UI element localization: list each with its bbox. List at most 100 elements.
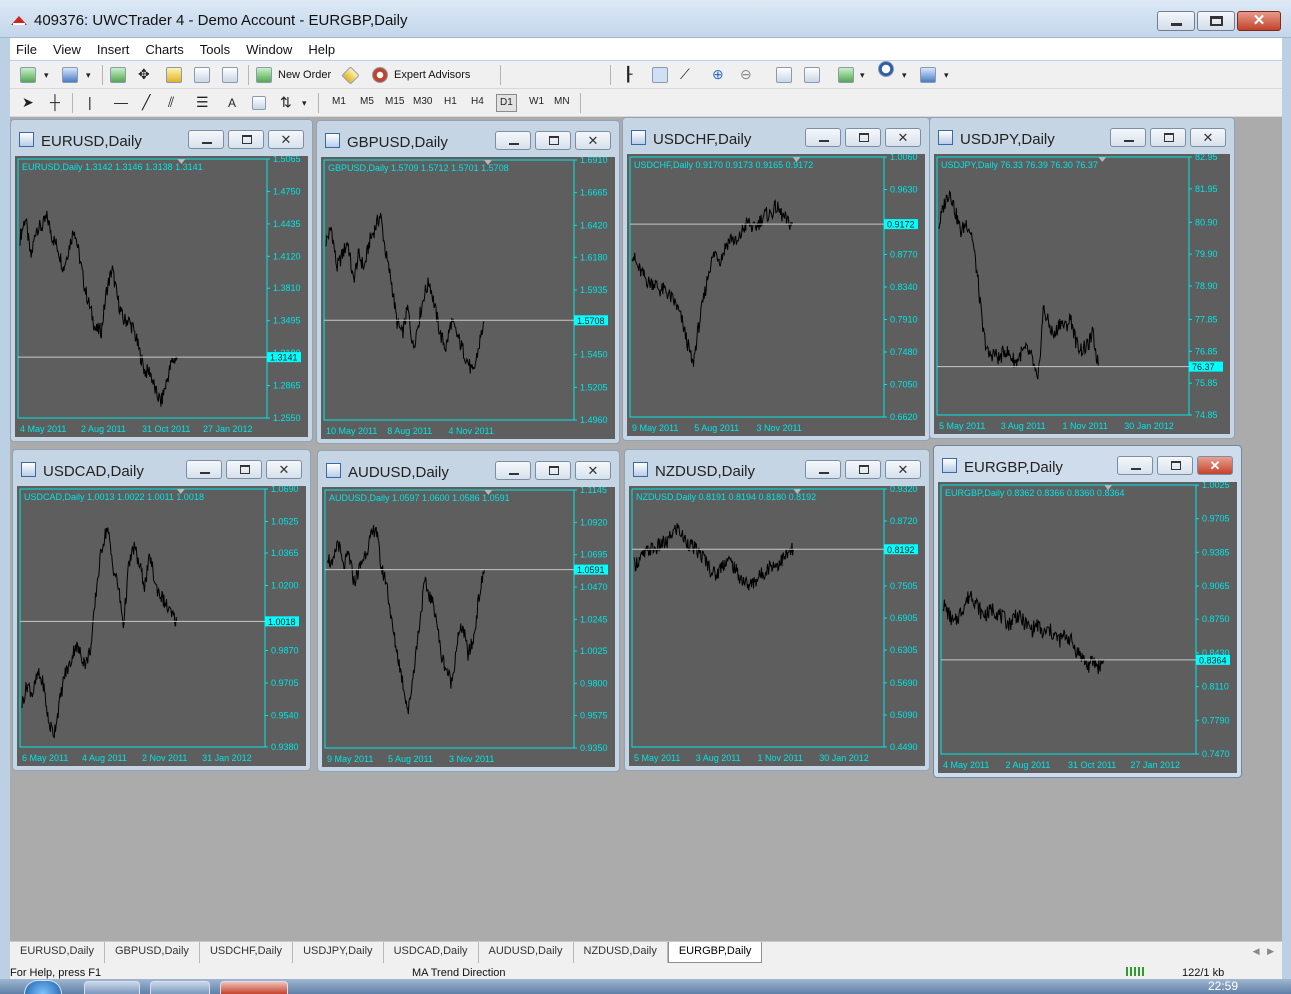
- minimize-button[interactable]: [1157, 11, 1195, 31]
- trendline-icon[interactable]: ╱: [142, 94, 150, 111]
- strategy-tester-icon[interactable]: [222, 67, 238, 83]
- chart-restore-button[interactable]: [228, 130, 264, 149]
- chart-minimize-button[interactable]: [1117, 456, 1153, 475]
- start-button-icon[interactable]: [24, 980, 62, 994]
- chart-restore-button[interactable]: [845, 460, 881, 479]
- dropdown-arrow-icon[interactable]: ▾: [902, 70, 907, 81]
- auto-scroll-icon[interactable]: [776, 67, 792, 83]
- new-chart-icon[interactable]: [20, 67, 36, 83]
- chart-shift-icon[interactable]: [804, 67, 820, 83]
- maximize-button[interactable]: [1197, 11, 1235, 31]
- timeframe-m30[interactable]: M30: [413, 96, 432, 107]
- chart-window-gbpusd[interactable]: GBPUSD,Daily ✕ 1.6910 1.6665 1.6420 1.6180 1.5…: [316, 120, 620, 444]
- price-chart[interactable]: 1.0060 0.9630 0.9172 0.8770 0.8340 0.7910 0.74…: [627, 154, 925, 436]
- metaeditor-icon[interactable]: [341, 66, 360, 85]
- new-order-icon[interactable]: [256, 67, 272, 83]
- candlesticks-icon[interactable]: [652, 67, 668, 83]
- chart-minimize-button[interactable]: [495, 461, 531, 480]
- timeframe-h1[interactable]: H1: [444, 96, 457, 107]
- arrows-icon[interactable]: ⇅: [280, 94, 292, 111]
- tab-gbpusd[interactable]: GBPUSD,Daily: [105, 942, 200, 963]
- chart-window-usdcad[interactable]: USDCAD,Daily✕1.06901.05251.03651.02001.0…: [12, 449, 311, 771]
- tab-scroll-arrows-icon[interactable]: ◀ ▶: [1253, 946, 1274, 957]
- tab-usdchf[interactable]: USDCHF,Daily: [200, 942, 294, 963]
- vertical-line-icon[interactable]: |: [88, 94, 92, 110]
- new-order-button[interactable]: New Order: [278, 69, 331, 81]
- dropdown-arrow-icon[interactable]: ▾: [86, 70, 91, 81]
- chart-close-button[interactable]: ✕: [1190, 128, 1226, 147]
- tab-audusd[interactable]: AUDUSD,Daily: [479, 942, 574, 963]
- indicators-icon[interactable]: [838, 67, 854, 83]
- chart-minimize-button[interactable]: [495, 131, 531, 150]
- tab-usdjpy[interactable]: USDJPY,Daily: [293, 942, 384, 963]
- text-tool[interactable]: A: [228, 96, 236, 110]
- market-watch-icon[interactable]: [110, 67, 126, 83]
- chart-minimize-button[interactable]: [188, 130, 224, 149]
- price-chart[interactable]: 1.0025 0.9705 0.9385 0.9065 0.8750 0.8430 0.81…: [938, 482, 1237, 773]
- timeframe-mn[interactable]: MN: [554, 96, 570, 107]
- chart-restore-button[interactable]: [845, 128, 881, 147]
- timeframe-h4[interactable]: H4: [471, 96, 484, 107]
- chart-minimize-button[interactable]: [1110, 128, 1146, 147]
- timeframe-m1[interactable]: M1: [332, 96, 346, 107]
- fibonacci-icon[interactable]: ☰: [196, 94, 209, 111]
- chart-minimize-button[interactable]: [805, 460, 841, 479]
- price-chart[interactable]: 0.9320 0.8720 0.8192 0.7505 0.6905 0.6305 0.56…: [629, 486, 925, 766]
- templates-icon[interactable]: [920, 67, 936, 83]
- chart-close-button[interactable]: ✕: [575, 131, 611, 150]
- timeframe-d1[interactable]: D1: [496, 94, 517, 112]
- tab-eurusd[interactable]: EURUSD,Daily: [10, 942, 105, 963]
- chart-close-button[interactable]: ✕: [885, 128, 921, 147]
- taskbar-folder-icon[interactable]: [150, 981, 210, 994]
- expert-advisors-button[interactable]: Expert Advisors: [394, 69, 470, 81]
- timeframe-m15[interactable]: M15: [385, 96, 404, 107]
- menu-window[interactable]: Window: [238, 42, 300, 57]
- chart-close-button[interactable]: ✕: [885, 460, 921, 479]
- chart-window-nzdusd[interactable]: NZDUSD,Daily ✕ 0.9320 0.8720 0.8192 0.7505 0.6…: [624, 449, 930, 771]
- dropdown-arrow-icon[interactable]: ▾: [302, 98, 307, 109]
- navigator-icon[interactable]: [166, 67, 182, 83]
- chart-close-button[interactable]: ✕: [1197, 456, 1233, 475]
- chart-close-button[interactable]: ✕: [268, 130, 304, 149]
- chart-window-usdjpy[interactable]: USDJPY,Daily ✕ 82.95 81.95 80.90 79.90 78.90 77…: [929, 117, 1235, 439]
- profiles-icon[interactable]: [62, 67, 78, 83]
- chart-close-button[interactable]: ✕: [266, 460, 302, 479]
- chart-minimize-button[interactable]: [805, 128, 841, 147]
- crosshair-icon[interactable]: ┼: [50, 94, 60, 110]
- data-window-icon[interactable]: ✥: [138, 66, 150, 83]
- taskbar-trader-icon[interactable]: [220, 981, 288, 994]
- timeframe-w1[interactable]: W1: [529, 96, 544, 107]
- taskbar-browser-icon[interactable]: [84, 981, 140, 994]
- price-chart[interactable]: 1.6910 1.6665 1.6420 1.6180 1.5935 1.5708 1.54…: [321, 157, 615, 439]
- menu-tools[interactable]: Tools: [192, 42, 238, 57]
- menu-help[interactable]: Help: [300, 42, 343, 57]
- chart-window-audusd[interactable]: AUDUSD,Daily ✕ 1.1145 1.0920 1.0695 1.0591 1.0…: [317, 450, 620, 772]
- chart-restore-button[interactable]: [1157, 456, 1193, 475]
- chart-restore-button[interactable]: [1150, 128, 1186, 147]
- tab-usdcad[interactable]: USDCAD,Daily: [384, 942, 479, 963]
- text-label-icon[interactable]: [252, 96, 266, 110]
- chart-shift-marker[interactable]: [1098, 157, 1107, 162]
- menu-insert[interactable]: Insert: [89, 42, 138, 57]
- chart-window-eurusd[interactable]: EURUSD,Daily ✕ 1.5065 1.4750 1.4435 1.4120 1.3…: [10, 119, 313, 442]
- zoom-in-icon[interactable]: ⊕: [712, 66, 724, 83]
- menu-view[interactable]: View: [45, 42, 89, 57]
- chart-window-eurgbp[interactable]: EURGBP,Daily ✕ 1.0025 0.9705 0.9385 0.9065 0.8…: [933, 445, 1242, 778]
- chart-restore-button[interactable]: [535, 131, 571, 150]
- periods-clock-icon[interactable]: [878, 61, 894, 77]
- chart-restore-button[interactable]: [226, 460, 262, 479]
- horizontal-line-icon[interactable]: —: [114, 94, 128, 110]
- chart-restore-button[interactable]: [535, 461, 571, 480]
- cursor-arrow-icon[interactable]: ➤: [22, 94, 34, 111]
- bar-chart-icon[interactable]: ┠: [624, 66, 632, 83]
- expert-advisors-icon[interactable]: [372, 67, 388, 83]
- terminal-icon[interactable]: [194, 67, 210, 83]
- price-chart[interactable]: 1.5065 1.4750 1.4435 1.4120 1.3810 1.3495 1.31…: [15, 156, 308, 437]
- price-chart[interactable]: 1.1145 1.0920 1.0695 1.0591 1.0470 1.0245 1.00…: [322, 487, 615, 767]
- tab-eurgbp[interactable]: EURGBP,Daily: [667, 942, 763, 963]
- dropdown-arrow-icon[interactable]: ▾: [860, 70, 865, 81]
- timeframe-m5[interactable]: M5: [360, 96, 374, 107]
- chart-minimize-button[interactable]: [186, 460, 222, 479]
- price-chart[interactable]: 82.95 81.95 80.90 79.90 78.90 77.85 76.85 75.85…: [934, 154, 1230, 434]
- equidistant-channel-icon[interactable]: ⫽: [168, 94, 174, 111]
